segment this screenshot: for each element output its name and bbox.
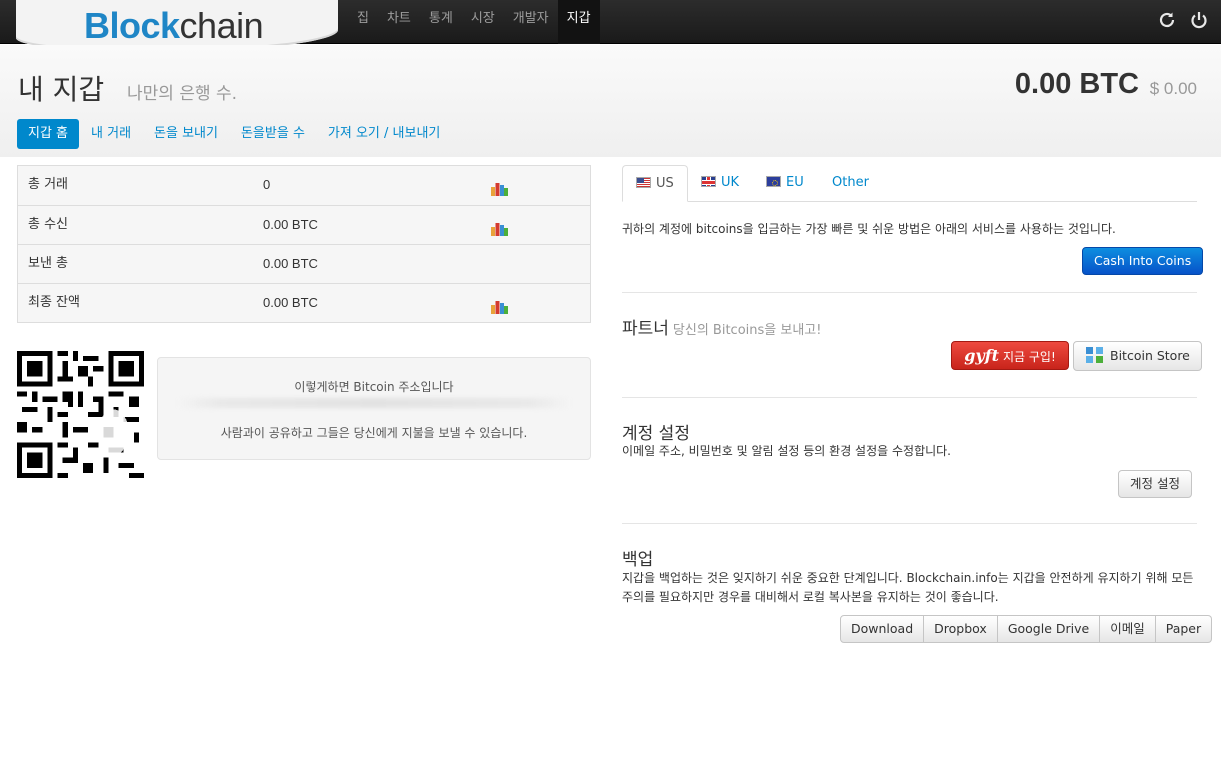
- backup-description: 지갑을 백업하는 것은 잊지하기 쉬운 중요한 단계입니다. Blockchai…: [622, 571, 1194, 604]
- partners-subtitle: 당신의 Bitcoins을 보내고!: [672, 323, 822, 338]
- bitcoin-address-box[interactable]: 이렇게하면 Bitcoin 주소입니다 사람과이 공유하고 그들은 당신에게 지…: [157, 357, 591, 460]
- stat-label: 보낸 총: [28, 256, 69, 271]
- wallet-stats-table: 총 거래 0 총 수신 0.00 BTC 보낸 총 0.00 BTC 최종 잔액…: [17, 165, 591, 323]
- address-blurred: [178, 398, 570, 408]
- tab-uk-label: UK: [721, 175, 740, 190]
- nav-item-developers[interactable]: 개발자: [504, 0, 558, 44]
- tab-other[interactable]: Other: [819, 165, 882, 202]
- tab-import-export[interactable]: 가져 오기 / 내보내기: [317, 119, 451, 149]
- tab-eu[interactable]: EU: [753, 165, 817, 202]
- backup-title: 백업: [622, 550, 654, 570]
- address-title: 이렇게하면 Bitcoin 주소입니다: [294, 380, 454, 394]
- nav-item-stats[interactable]: 통계: [420, 0, 462, 44]
- stat-value: 0.00 BTC: [263, 256, 318, 271]
- bar-chart-icon[interactable]: [491, 221, 508, 236]
- eu-flag-icon: [766, 176, 781, 187]
- gyft-buy-button[interactable]: gyft 지금 구입!: [951, 341, 1069, 370]
- table-row: 총 거래 0: [18, 166, 590, 205]
- country-tabs: US UK EU Other: [622, 165, 1197, 202]
- gyft-logo: gyft: [964, 346, 999, 365]
- nav-item-home[interactable]: 집: [348, 0, 378, 44]
- qr-code-image: [17, 351, 144, 478]
- uk-flag-icon: [701, 176, 716, 187]
- stat-value: 0.00 BTC: [263, 217, 318, 232]
- bitcoin-store-label: Bitcoin Store: [1110, 348, 1190, 363]
- stat-label: 총 거래: [28, 177, 69, 192]
- top-icons: [1157, 10, 1209, 30]
- stat-value: 0: [263, 177, 271, 192]
- tab-send-money[interactable]: 돈을 보내기: [143, 119, 229, 149]
- bar-chart-icon[interactable]: [491, 299, 508, 314]
- partners-title-text: 파트너: [622, 319, 669, 339]
- page-title: 내 지갑: [18, 73, 105, 106]
- tab-my-transactions[interactable]: 내 거래: [80, 119, 142, 149]
- nav-item-markets[interactable]: 시장: [462, 0, 504, 44]
- tab-eu-label: EU: [786, 175, 804, 190]
- partners-title: 파트너 당신의 Bitcoins을 보내고!: [622, 314, 821, 339]
- download-button[interactable]: Download: [840, 615, 925, 643]
- dropbox-button[interactable]: Dropbox: [924, 615, 998, 643]
- tab-us[interactable]: US: [622, 165, 688, 202]
- tab-us-label: US: [656, 176, 674, 191]
- stat-label: 최종 잔액: [28, 295, 80, 310]
- wallet-tabs: 지갑 홈 내 거래 돈을 보내기 돈을받을 수 가져 오기 / 내보내기: [17, 119, 452, 149]
- page-subtitle: 나만의 은행 수.: [127, 84, 238, 104]
- divider: [622, 397, 1197, 398]
- main-nav: 집 차트 통계 시장 개발자 지갑: [348, 0, 600, 44]
- tab-uk[interactable]: UK: [688, 165, 752, 202]
- nav-item-charts[interactable]: 차트: [378, 0, 420, 44]
- table-row: 최종 잔액 0.00 BTC: [18, 283, 590, 322]
- divider: [622, 292, 1197, 293]
- stat-value: 0.00 BTC: [263, 295, 318, 310]
- us-flag-icon: [636, 177, 651, 188]
- paper-button[interactable]: Paper: [1155, 615, 1213, 643]
- balance-btc[interactable]: 0.00 BTC: [1015, 68, 1139, 101]
- tab-wallet-home[interactable]: 지갑 홈: [17, 119, 80, 149]
- table-row: 총 수신 0.00 BTC: [18, 205, 590, 244]
- top-navbar: Blockchain 집 차트 통계 시장 개발자 지갑: [0, 0, 1221, 52]
- logo-text-blo: Blo: [84, 5, 141, 46]
- logo-text-ck: ck: [140, 5, 181, 46]
- address-share-text: 사람과이 공유하고 그들은 당신에게 지불을 보낼 수 있습니다.: [220, 426, 528, 440]
- account-settings-title: 계정 설정: [622, 424, 690, 444]
- cash-into-coins-button[interactable]: Cash Into Coins: [1082, 247, 1204, 275]
- deposit-description: 귀하의 계정에 bitcoins을 입금하는 가장 빠른 및 쉬운 방법은 아래…: [622, 222, 1116, 236]
- gyft-label: 지금 구입!: [1002, 350, 1056, 364]
- table-row: 보낸 총 0.00 BTC: [18, 244, 590, 283]
- stat-label: 총 수신: [28, 217, 69, 232]
- bitcoin-store-icon: [1086, 347, 1103, 363]
- tab-receive-money[interactable]: 돈을받을 수: [230, 119, 316, 149]
- balance-usd[interactable]: $ 0.00: [1150, 79, 1197, 99]
- email-button[interactable]: 이메일: [1100, 615, 1156, 643]
- backup-button-group: Download Dropbox Google Drive 이메일 Paper: [840, 615, 1213, 643]
- refresh-icon[interactable]: [1157, 10, 1177, 30]
- bar-chart-icon[interactable]: [491, 181, 508, 196]
- nav-item-wallet[interactable]: 지갑: [557, 0, 600, 44]
- account-settings-description: 이메일 주소, 비밀번호 및 알림 설정 등의 환경 설정을 수정합니다.: [622, 444, 952, 458]
- account-settings-button[interactable]: 계정 설정: [1118, 470, 1192, 498]
- bitcoin-store-button[interactable]: Bitcoin Store: [1073, 341, 1202, 371]
- divider: [622, 523, 1197, 524]
- logo-text-chain: chain: [179, 5, 264, 46]
- blockchain-logo[interactable]: Blockchain: [84, 5, 264, 46]
- google-drive-button[interactable]: Google Drive: [997, 615, 1101, 643]
- power-icon[interactable]: [1189, 10, 1209, 30]
